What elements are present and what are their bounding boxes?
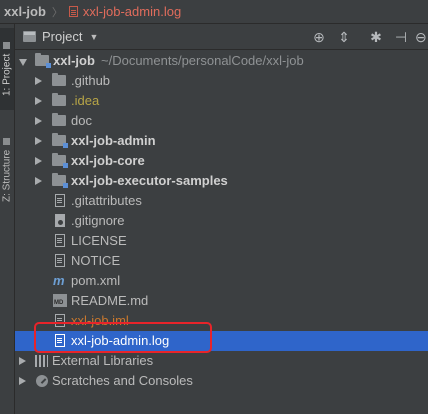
module-folder-icon [52,173,68,188]
config-file-icon [55,214,65,227]
tree-item-gitignore[interactable]: .gitignore [15,211,428,231]
tool-window-strip: 1: Project Z: Structure [0,24,15,414]
annotation-highlight-box [34,322,212,353]
tree-item-idea[interactable]: .idea [15,91,428,111]
tree-item-github[interactable]: .github [15,71,428,91]
tree-item-label: .idea [71,93,100,108]
tree-item-external-libraries[interactable]: External Libraries [15,351,428,371]
tree-item-xxl-job-core[interactable]: xxl-job-core [15,151,428,171]
tree-item-xxl-job-admin[interactable]: xxl-job-admin [15,131,428,151]
tree-root-path: ~/Documents/personalCode/xxl-job [101,53,304,68]
chevron-right-icon[interactable] [35,117,42,125]
crosshair-icon[interactable]: ⊕ [311,29,327,45]
tree-item-label: Scratches and Consoles [52,373,193,388]
text-file-icon [55,194,65,207]
folder-icon [52,73,66,86]
tree-item-label: xxl-job-admin [71,133,156,148]
maven-icon: m [53,273,65,288]
tree-item-label: xxl-job-executor-samples [71,173,228,188]
tree-item-scratches[interactable]: Scratches and Consoles [15,371,428,391]
hide-icon[interactable]: ⊣ [393,29,409,45]
tree-item-label: xxl-job-core [71,153,145,168]
tree-item-label: .gitattributes [71,193,142,208]
tree-root[interactable]: xxl-job ~/Documents/personalCode/xxl-job [15,51,428,71]
tree-item-label: LICENSE [71,233,127,248]
tree-item-gitattributes[interactable]: .gitattributes [15,191,428,211]
tree-item-license[interactable]: LICENSE [15,231,428,251]
chevron-down-icon[interactable]: ▼ [89,32,98,42]
tree-item-label: pom.xml [71,273,121,288]
log-file-icon [68,6,78,17]
folder-icon [52,93,66,106]
tree-item-notice[interactable]: NOTICE [15,251,428,271]
project-panel-header: Project ▼ ⊕ ⇕ ✱ ⊣ ⊖ [15,24,428,50]
tree-item-doc[interactable]: doc [15,111,428,131]
tree-item-label: .github [71,73,111,88]
chevron-down-icon[interactable] [19,59,27,66]
tab-structure-label: Z: Structure [1,149,13,202]
tab-project-label: 1: Project [1,53,13,96]
structure-tab-icon [3,138,11,146]
tree-root-name: xxl-job [53,53,95,68]
tree-item-label: .gitignore [71,213,125,228]
breadcrumb-separator: 〉 [51,6,63,19]
project-tab-icon [3,42,11,50]
chevron-right-icon[interactable] [35,77,42,85]
scratches-icon [36,375,48,387]
breadcrumb-project[interactable]: xxl-job [4,4,46,19]
minimize-icon[interactable]: ⊖ [415,29,428,45]
tree-item-pom[interactable]: m pom.xml [15,271,428,291]
folder-icon [52,113,66,126]
tab-structure[interactable]: Z: Structure [0,136,14,204]
navigation-bar: xxl-job 〉 xxl-job-admin.log [0,0,428,24]
chevron-right-icon[interactable] [35,177,42,185]
breadcrumb-file[interactable]: xxl-job-admin.log [83,4,181,19]
tree-item-label: README.md [71,293,149,308]
project-view-selector[interactable]: Project [42,29,82,44]
chevron-right-icon[interactable] [35,157,42,165]
tree-item-label: NOTICE [71,253,121,268]
text-file-icon [55,254,65,267]
markdown-file-icon [53,294,67,307]
tree-item-readme[interactable]: README.md [15,291,428,311]
chevron-right-icon[interactable] [19,377,26,385]
tree-item-label: External Libraries [52,353,154,368]
chevron-right-icon[interactable] [35,137,42,145]
project-folder-icon [23,31,36,42]
tree-item-xxl-job-executor-samples[interactable]: xxl-job-executor-samples [15,171,428,191]
library-icon [35,355,48,367]
gear-icon[interactable]: ✱ [368,29,384,45]
tree-item-label: doc [71,113,92,128]
module-folder-icon [52,133,68,148]
module-folder-icon [52,153,68,168]
module-folder-icon [35,53,51,68]
chevron-right-icon[interactable] [35,97,42,105]
chevron-right-icon[interactable] [19,357,26,365]
collapse-icon[interactable]: ⇕ [336,29,352,45]
tab-project[interactable]: 1: Project [0,28,14,110]
text-file-icon [55,234,65,247]
